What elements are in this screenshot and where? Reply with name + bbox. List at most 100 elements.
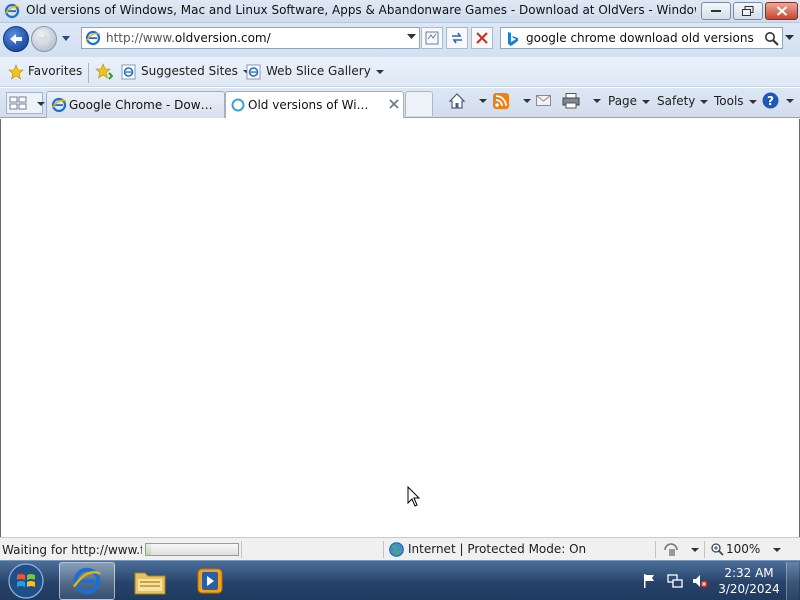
page-icon xyxy=(85,30,101,46)
feeds-chevron-icon[interactable] xyxy=(523,99,531,103)
media-player-icon xyxy=(197,568,223,594)
page-content[interactable] xyxy=(0,119,800,537)
search-icon[interactable] xyxy=(764,31,780,47)
status-divider xyxy=(383,541,384,558)
manage-addons-icon[interactable] xyxy=(663,542,681,557)
arrow-right-icon xyxy=(38,34,50,44)
progress-bar xyxy=(145,543,239,556)
minimize-icon xyxy=(711,10,721,12)
help-icon[interactable]: ? xyxy=(762,92,779,109)
progress-fill xyxy=(146,544,151,555)
status-divider xyxy=(655,541,656,558)
stop-button[interactable] xyxy=(471,27,493,49)
show-desktop-button[interactable] xyxy=(786,562,799,600)
addons-chevron-icon[interactable] xyxy=(691,548,699,552)
tab-oldversion[interactable]: Old versions of Windo... xyxy=(225,91,404,118)
zoom-level-text: 100% xyxy=(726,542,761,556)
volume-muted-icon[interactable] xyxy=(692,573,708,589)
compatibility-view-icon xyxy=(425,31,439,45)
loading-spinner-icon xyxy=(231,98,245,112)
bing-icon xyxy=(508,32,518,46)
tab-google-chrome[interactable]: Google Chrome - Downlo... xyxy=(46,91,225,118)
favorites-label: Favorites xyxy=(28,64,83,78)
star-icon xyxy=(8,64,24,80)
zoom-level-button[interactable]: 100% xyxy=(711,542,760,556)
address-bar[interactable]: http://www.oldversion.com/ xyxy=(81,27,420,49)
taskbar-media-player[interactable] xyxy=(182,562,238,600)
toolbar-divider xyxy=(88,63,89,83)
add-to-favorites-bar-icon[interactable] xyxy=(95,63,113,81)
mail-icon[interactable] xyxy=(536,95,551,107)
chevron-down-icon xyxy=(748,99,757,104)
status-text: Waiting for http://www.fa xyxy=(2,543,142,557)
print-icon[interactable] xyxy=(562,93,580,109)
url-domain: oldversion.com/ xyxy=(174,31,271,45)
zoom-chevron-icon[interactable] xyxy=(773,548,781,552)
taskbar-internet-explorer[interactable] xyxy=(59,562,115,600)
security-zone[interactable]: Internet | Protected Mode: On xyxy=(389,542,587,557)
internet-explorer-icon xyxy=(72,567,101,595)
home-icon[interactable] xyxy=(448,92,466,110)
refresh-button[interactable] xyxy=(446,27,468,49)
safety-menu-button[interactable]: Safety xyxy=(657,94,709,108)
web-slice-gallery-button[interactable]: Web Slice Gallery xyxy=(246,64,384,80)
suggested-sites-label: Suggested Sites xyxy=(141,64,238,78)
internet-explorer-icon xyxy=(4,3,20,19)
web-slice-gallery-label: Web Slice Gallery xyxy=(266,64,371,78)
arrow-left-icon xyxy=(10,34,22,44)
url-text[interactable]: http://www.oldversion.com/ xyxy=(106,31,271,45)
mouse-cursor-icon xyxy=(407,486,421,507)
stop-icon xyxy=(476,32,488,44)
globe-icon xyxy=(389,542,404,557)
chevron-down-icon[interactable] xyxy=(407,34,416,40)
security-zone-text: Internet | Protected Mode: On xyxy=(408,542,587,556)
page-menu-button[interactable]: Page xyxy=(608,94,651,108)
search-query[interactable]: google chrome download old versions xyxy=(526,31,754,45)
status-divider xyxy=(704,541,705,558)
suggested-sites-button[interactable]: Suggested Sites xyxy=(121,64,251,80)
home-chevron-icon[interactable] xyxy=(479,99,487,103)
tab-label: Google Chrome - Downlo... xyxy=(69,98,219,112)
chevron-down-icon xyxy=(700,99,709,104)
quick-tabs-button[interactable] xyxy=(6,92,45,114)
print-chevron-icon[interactable] xyxy=(593,99,601,103)
restore-button[interactable] xyxy=(733,2,763,20)
system-clock[interactable]: 2:32 AM 3/20/2024 xyxy=(716,565,782,597)
restore-icon xyxy=(742,6,754,16)
tab-list-chevron-icon[interactable] xyxy=(37,102,45,106)
forward-button[interactable] xyxy=(31,26,57,52)
search-options-chevron-icon[interactable] xyxy=(785,35,794,41)
new-tab-button[interactable] xyxy=(405,91,433,116)
zoom-icon xyxy=(711,543,724,556)
close-tab-icon[interactable] xyxy=(389,99,399,109)
minimize-button[interactable] xyxy=(701,2,731,20)
tools-menu-label: Tools xyxy=(714,94,744,108)
ie-page-icon xyxy=(246,64,261,80)
safety-menu-label: Safety xyxy=(657,94,696,108)
page-menu-label: Page xyxy=(608,94,638,108)
folder-icon xyxy=(134,572,166,595)
internet-explorer-icon xyxy=(51,97,67,113)
search-box[interactable]: google chrome download old versions xyxy=(500,27,783,49)
chevron-down-icon xyxy=(375,69,384,74)
window-title: Old versions of Windows, Mac and Linux S… xyxy=(26,3,696,17)
clock-date: 3/20/2024 xyxy=(718,582,780,596)
taskbar-windows-explorer[interactable] xyxy=(122,562,178,600)
compatibility-view-button[interactable] xyxy=(421,27,443,49)
favorites-button[interactable]: Favorites xyxy=(8,64,83,80)
recent-pages-dropdown[interactable] xyxy=(60,31,72,45)
ie-page-icon xyxy=(121,64,136,80)
back-button[interactable] xyxy=(3,26,29,52)
tab-label: Old versions of Windo... xyxy=(248,98,376,112)
action-center-flag-icon[interactable] xyxy=(642,573,656,589)
url-prefix: http://www. xyxy=(106,31,175,45)
refresh-icon xyxy=(452,32,462,44)
rss-feed-icon[interactable] xyxy=(493,93,509,109)
svg-text:?: ? xyxy=(767,94,774,108)
close-button[interactable] xyxy=(765,2,798,20)
title-bar: Old versions of Windows, Mac and Linux S… xyxy=(0,0,800,23)
start-button[interactable] xyxy=(6,562,46,600)
tools-menu-button[interactable]: Tools xyxy=(714,94,757,108)
help-chevron-icon[interactable] xyxy=(786,99,794,103)
network-icon[interactable] xyxy=(667,573,683,589)
